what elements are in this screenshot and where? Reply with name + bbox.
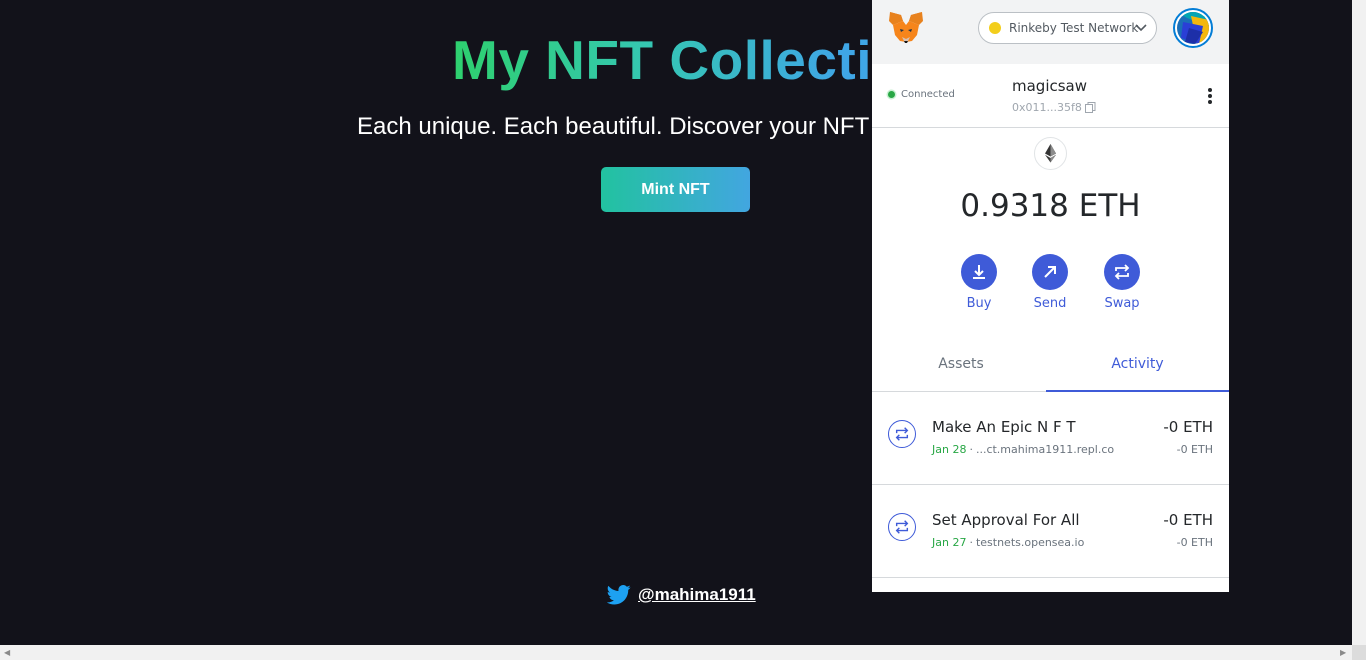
- page-subtitle: Each unique. Each beautiful. Discover yo…: [357, 113, 940, 140]
- swap-button[interactable]: Swap: [1092, 254, 1152, 311]
- tab-assets[interactable]: Assets: [872, 342, 1050, 392]
- wallet-tabs: Assets Activity: [872, 342, 1229, 392]
- transaction-amount-secondary: -0 ETH: [1176, 443, 1213, 456]
- transaction-amount: -0 ETH: [1163, 511, 1213, 529]
- transaction-title: Set Approval For All: [932, 511, 1080, 529]
- transaction-amount: -0 ETH: [1163, 418, 1213, 436]
- eth-balance: 0.9318 ETH: [960, 188, 1141, 224]
- account-options-icon[interactable]: [1204, 86, 1216, 106]
- mint-nft-button[interactable]: Mint NFT: [601, 167, 750, 212]
- transaction-row[interactable]: Make An Epic N F T Jan 28 · ...ct.mahima19…: [872, 392, 1229, 485]
- meta-separator: ·: [969, 443, 973, 456]
- swap-label: Swap: [1104, 296, 1140, 311]
- scroll-right-icon[interactable]: ▶: [1340, 648, 1346, 657]
- account-avatar[interactable]: [1173, 8, 1213, 48]
- scrollbar-corner: [1352, 645, 1366, 660]
- vertical-scrollbar[interactable]: [1352, 0, 1366, 645]
- swap-icon: [1114, 264, 1130, 280]
- network-selector[interactable]: Rinkeby Test Network: [978, 12, 1157, 44]
- buy-button[interactable]: Buy: [949, 254, 1009, 311]
- transaction-origin: testnets.opensea.io: [975, 536, 1085, 549]
- send-button[interactable]: Send: [1020, 254, 1080, 311]
- tab-activity[interactable]: Activity: [1046, 342, 1229, 392]
- transaction-meta: Jan 27 · testnets.opensea.io: [932, 536, 1084, 549]
- connected-status[interactable]: Connected: [888, 89, 955, 100]
- transaction-meta: Jan 28 · ...ct.mahima1911.repl.co: [932, 443, 1114, 456]
- chevron-down-icon: [1135, 24, 1147, 32]
- horizontal-scrollbar[interactable]: ◀ ▶: [0, 645, 1352, 660]
- metamask-popup: Rinkeby Test Network Connected magicsaw …: [872, 0, 1229, 592]
- jazzicon-icon: [1177, 12, 1209, 44]
- connected-dot: [888, 91, 895, 98]
- transaction-date: Jan 27: [932, 536, 967, 549]
- twitter-handle-link[interactable]: @mahima1911: [638, 585, 756, 605]
- transaction-amount-secondary: -0 ETH: [1176, 536, 1213, 549]
- swap-icon: [888, 513, 916, 541]
- metamask-fox-icon[interactable]: [888, 11, 924, 45]
- swap-icon: [888, 420, 916, 448]
- account-name[interactable]: magicsaw: [1012, 77, 1087, 95]
- connected-label: Connected: [901, 89, 955, 100]
- arrow-up-right-icon: [1044, 266, 1056, 278]
- transaction-origin: ...ct.mahima1911.repl.co: [975, 443, 1115, 456]
- wallet-header: Rinkeby Test Network: [872, 0, 1229, 64]
- meta-separator: ·: [969, 536, 973, 549]
- twitter-icon: [607, 585, 631, 605]
- transaction-row[interactable]: Set Approval For All Jan 27 · testnets.ope…: [872, 485, 1229, 578]
- buy-label: Buy: [966, 296, 992, 311]
- copy-icon: [1084, 102, 1096, 113]
- ethereum-icon: [1034, 137, 1067, 170]
- network-label: Rinkeby Test Network: [1009, 21, 1139, 35]
- send-label: Send: [1033, 296, 1067, 311]
- scroll-left-icon[interactable]: ◀: [4, 648, 10, 657]
- network-status-dot: [989, 22, 1001, 34]
- transaction-date: Jan 28: [932, 443, 967, 456]
- download-icon: [973, 265, 985, 279]
- account-address: 0x011...35f8: [1012, 101, 1082, 114]
- footer: @mahima1911: [607, 585, 756, 605]
- page-title: My NFT Collection: [452, 29, 941, 91]
- account-address-copy[interactable]: 0x011...35f8: [1012, 101, 1096, 114]
- transaction-title: Make An Epic N F T: [932, 418, 1076, 436]
